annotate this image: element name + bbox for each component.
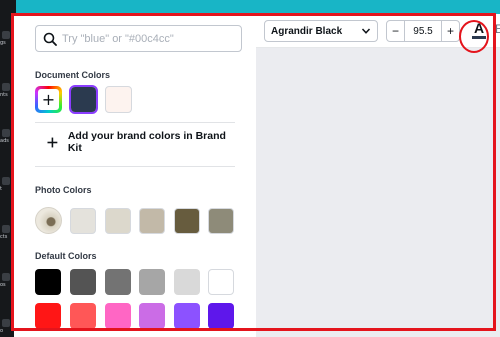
default-color-swatch[interactable] [70,303,96,329]
text-color-button[interactable]: A [469,21,489,41]
font-size-stepper: − 95.5 + [386,20,460,42]
default-color-swatch[interactable] [70,269,96,295]
rail-item-text[interactable]: t [0,176,14,194]
document-color-swatch[interactable] [105,86,132,113]
photo-color-swatch[interactable] [139,208,165,234]
divider [35,122,235,123]
text-icon [2,177,10,185]
rail-item-apps[interactable]: os [0,272,14,290]
color-search-box[interactable] [35,25,242,52]
rail-item-label: gs [0,40,6,46]
color-search-input[interactable] [62,30,232,48]
default-color-swatch[interactable] [105,269,131,295]
photo-color-swatch[interactable] [70,208,96,234]
rail-item-projects[interactable]: cts [0,224,14,242]
document-color-swatch[interactable] [71,87,96,112]
plus-icon: + [41,89,56,109]
photo-color-swatch[interactable] [105,208,131,234]
document-colors-title: Document Colors [35,70,111,80]
elements-icon [2,83,10,91]
rail-item-photo[interactable]: o [0,318,14,336]
rail-item-label: cts [0,234,8,240]
divider [35,166,235,167]
brand-kit-link[interactable]: Add your brand colors in Brand Kit [35,130,240,154]
default-color-swatch[interactable] [35,303,61,329]
rail-item-design[interactable]: gs [0,30,14,48]
color-panel: Document Colors + Add your brand colors … [14,14,256,337]
rail-item-label: os [0,282,6,288]
photo-color-swatch[interactable] [174,208,200,234]
text-color-icon: A [473,20,485,36]
rail-item-uploads[interactable]: ads [0,128,14,146]
rail-item-label: o [0,328,4,334]
top-header-strip [0,0,500,14]
more-options-button[interactable]: E [495,22,500,36]
chevron-down-icon [361,28,371,34]
uploads-icon [2,129,10,137]
brand-kit-label: Add your brand colors in Brand Kit [67,130,226,154]
default-color-swatch[interactable] [174,303,200,329]
font-family-value: Agrandir Black [271,25,343,37]
increase-font-size-button[interactable]: + [441,21,459,41]
font-size-value[interactable]: 95.5 [405,21,441,41]
text-color-bar [472,36,486,39]
photo-icon [2,319,10,327]
design-icon [2,31,10,39]
projects-icon [2,225,10,233]
rail-item-label: nts [0,92,8,98]
add-color-button[interactable]: + [35,86,62,113]
editor-canvas[interactable] [256,48,500,337]
photo-color-swatch[interactable] [208,208,234,234]
default-color-swatch[interactable] [208,269,234,295]
apps-icon [2,273,10,281]
rail-item-label: t [0,186,2,192]
search-icon [43,32,57,46]
photo-thumbnail[interactable] [35,207,62,234]
plus-icon [47,137,58,147]
default-color-swatch[interactable] [35,269,61,295]
text-toolbar: Agrandir Black − 95.5 + A E [256,14,500,48]
decrease-font-size-button[interactable]: − [387,21,405,41]
default-color-swatch[interactable] [105,303,131,329]
default-color-swatch[interactable] [139,269,165,295]
default-color-swatch[interactable] [139,303,165,329]
rail-item-elements[interactable]: nts [0,82,14,100]
font-family-dropdown[interactable]: Agrandir Black [264,20,378,42]
default-color-swatch[interactable] [174,269,200,295]
rail-item-label: ads [0,138,9,144]
default-colors-title: Default Colors [35,251,97,261]
left-rail: gs nts ads t cts os o [0,0,14,337]
photo-colors-title: Photo Colors [35,185,92,195]
default-color-swatch[interactable] [208,303,234,329]
